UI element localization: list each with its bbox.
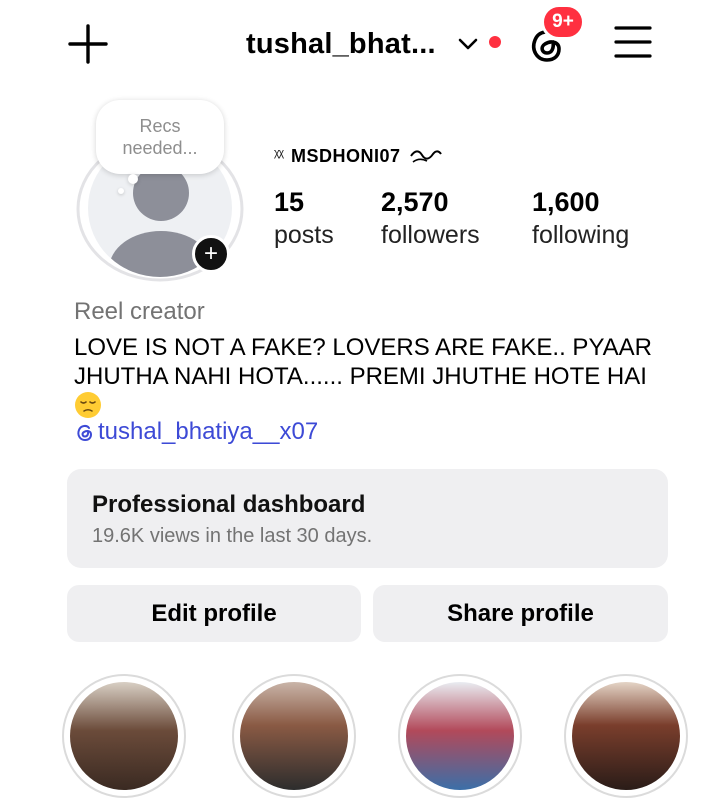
posts-count: 15 bbox=[274, 187, 305, 217]
followers-label: followers bbox=[381, 221, 480, 249]
highlight-item[interactable] bbox=[232, 674, 356, 798]
bio-text-block: LOVE IS NOT A FAKE? LOVERS ARE FAKE.. PY… bbox=[74, 333, 684, 422]
chevron-down-icon bbox=[458, 38, 478, 50]
note-bubble[interactable]: Recs needed... bbox=[96, 100, 224, 174]
edit-profile-label: Edit profile bbox=[151, 599, 277, 627]
name-decoration-glyph bbox=[409, 150, 442, 163]
account-switcher-chevron[interactable] bbox=[456, 32, 480, 56]
posts-stat[interactable]: 15 posts bbox=[274, 186, 334, 252]
threads-link-icon bbox=[77, 424, 93, 442]
dashboard-subtitle: 19.6K views in the last 30 days. bbox=[92, 525, 373, 547]
dashboard-title: Professional dashboard bbox=[92, 491, 366, 518]
add-story-icon: + bbox=[203, 240, 218, 267]
followers-stat[interactable]: 2,570 followers bbox=[381, 186, 480, 252]
share-profile-button[interactable]: Share profile bbox=[373, 585, 668, 642]
create-button[interactable] bbox=[66, 22, 110, 66]
display-name-row: ᵡᵡ MSDHONI07 bbox=[274, 140, 443, 172]
followers-count: 2,570 bbox=[381, 187, 449, 217]
notification-dot bbox=[489, 36, 501, 48]
name-prefix: ᵡᵡ bbox=[274, 147, 284, 164]
highlight-item[interactable] bbox=[62, 674, 186, 798]
highlight-thumbnail bbox=[240, 682, 348, 790]
highlight-thumbnail bbox=[406, 682, 514, 790]
menu-button[interactable] bbox=[610, 22, 656, 62]
share-profile-label: Share profile bbox=[447, 599, 594, 627]
highlight-thumbnail bbox=[572, 682, 680, 790]
display-name: MSDHONI07 bbox=[290, 145, 401, 166]
threads-handle: tushal_bhatiya__x07 bbox=[98, 418, 319, 445]
professional-dashboard-card[interactable]: Professional dashboard 19.6K views in th… bbox=[67, 469, 668, 568]
threads-profile-link[interactable]: tushal_bhatiya__x07 bbox=[74, 418, 318, 446]
account-switcher[interactable]: tushal_bhat... bbox=[246, 22, 436, 66]
following-count: 1,600 bbox=[532, 187, 600, 217]
plus-icon bbox=[68, 24, 108, 64]
highlight-thumbnail bbox=[70, 682, 178, 790]
following-label: following bbox=[532, 221, 630, 249]
bio-text: LOVE IS NOT A FAKE? LOVERS ARE FAKE.. PY… bbox=[74, 334, 653, 390]
highlight-item[interactable] bbox=[398, 674, 522, 798]
username-title: tushal_bhat... bbox=[246, 27, 436, 60]
add-story-button[interactable]: + bbox=[192, 235, 230, 273]
note-bubble-tail-small bbox=[118, 188, 124, 194]
note-bubble-tail bbox=[128, 174, 138, 184]
following-stat[interactable]: 1,600 following bbox=[532, 186, 629, 252]
edit-profile-button[interactable]: Edit profile bbox=[67, 585, 361, 642]
threads-badge: 9+ bbox=[541, 4, 585, 40]
hamburger-menu-icon bbox=[614, 26, 652, 58]
posts-label: posts bbox=[274, 221, 334, 249]
pensive-face-emoji bbox=[75, 392, 101, 418]
profile-category: Reel creator bbox=[74, 298, 205, 325]
highlight-item[interactable] bbox=[564, 674, 688, 798]
